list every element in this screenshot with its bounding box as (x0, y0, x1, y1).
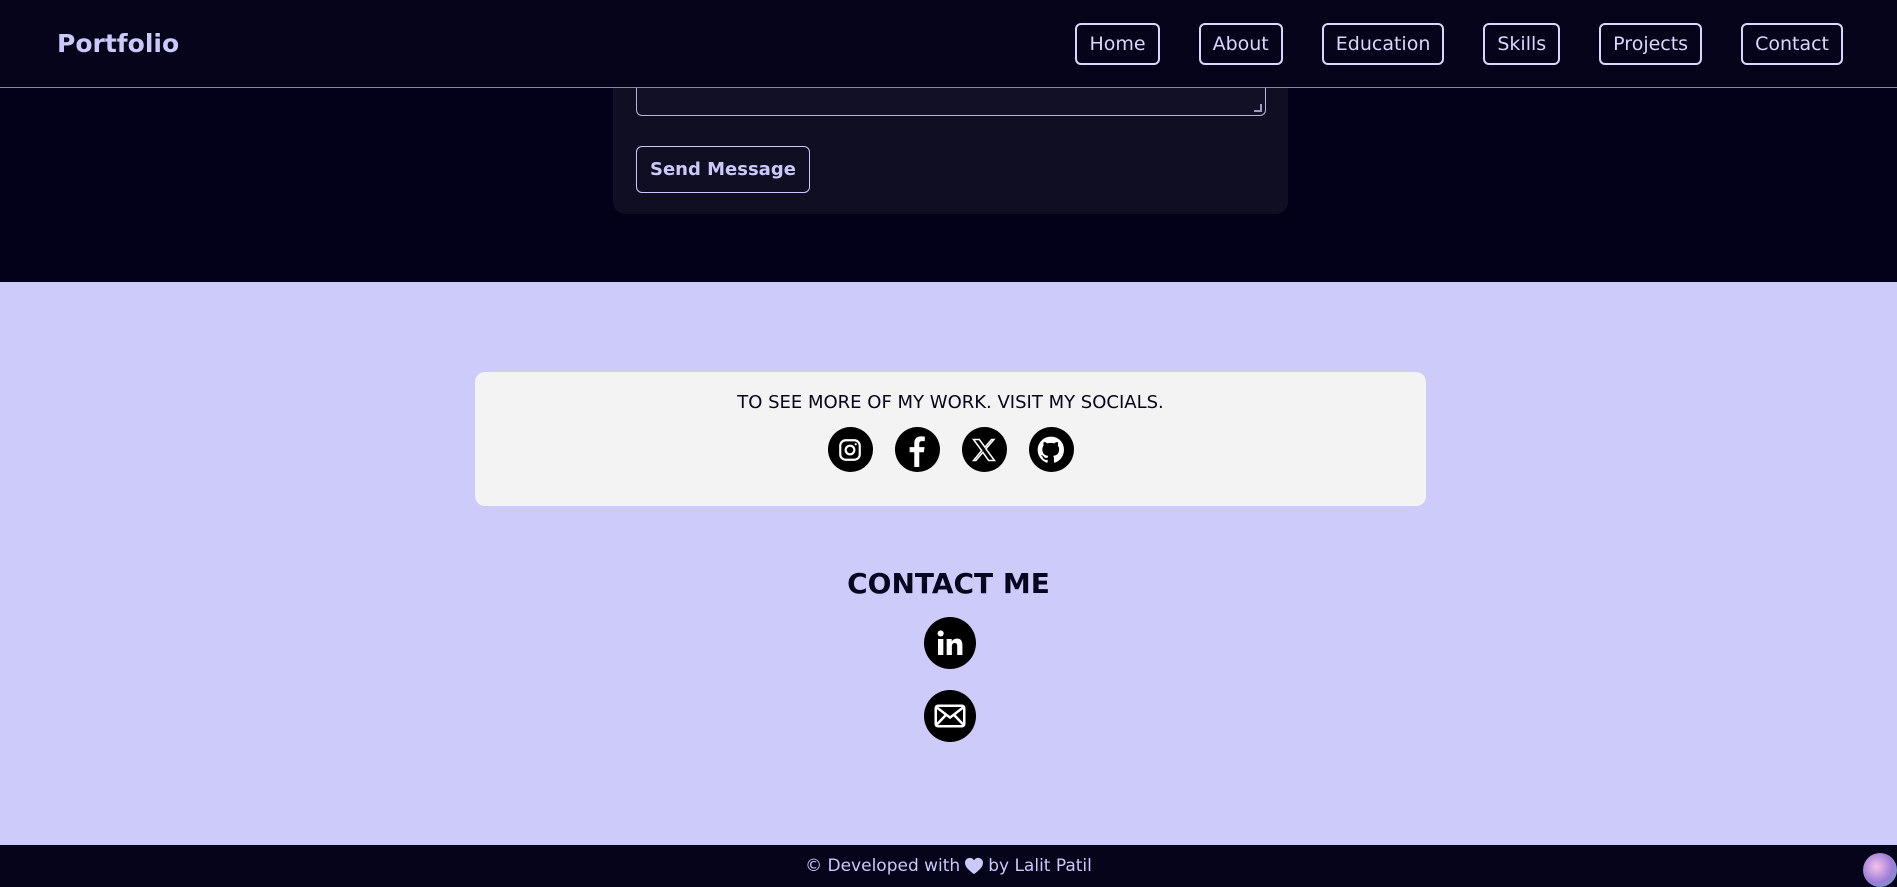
facebook-icon[interactable] (894, 427, 940, 472)
contact-form-card: Send Message (613, 78, 1288, 214)
brand-logo[interactable]: Portfolio (57, 29, 179, 58)
social-icons (475, 427, 1426, 472)
x-icon[interactable] (961, 427, 1007, 472)
contact-me-heading: CONTACT ME (847, 567, 1050, 600)
nav-link-about[interactable]: About (1198, 22, 1283, 65)
footer-suffix: by Lalit Patil (988, 856, 1092, 876)
nav-links: Home About Education Skills Projects Con… (1075, 22, 1843, 65)
nav-link-projects[interactable]: Projects (1599, 22, 1703, 65)
footer-prefix: © Developed with (805, 856, 961, 876)
footer-section: TO SEE MORE OF MY WORK. VISIT MY SOCIALS… (0, 282, 1897, 845)
github-icon[interactable] (1028, 427, 1074, 472)
instagram-icon[interactable] (827, 427, 873, 472)
nav-link-contact[interactable]: Contact (1741, 22, 1843, 65)
socials-card: TO SEE MORE OF MY WORK. VISIT MY SOCIALS… (475, 372, 1426, 506)
send-message-button[interactable]: Send Message (636, 146, 810, 193)
linkedin-icon[interactable] (924, 617, 976, 669)
heart-icon (964, 857, 984, 875)
avatar[interactable] (1863, 853, 1897, 887)
mail-icon[interactable] (924, 690, 976, 742)
nav-link-education[interactable]: Education (1321, 22, 1445, 65)
nav-link-skills[interactable]: Skills (1483, 22, 1561, 65)
resize-handle[interactable] (1254, 104, 1262, 112)
contact-form-section: Send Message (0, 78, 1897, 282)
bottom-bar: © Developed with by Lalit Patil (0, 845, 1897, 887)
nav-link-home[interactable]: Home (1075, 22, 1160, 65)
socials-text: TO SEE MORE OF MY WORK. VISIT MY SOCIALS… (737, 392, 1164, 413)
navbar: Portfolio Home About Education Skills Pr… (0, 0, 1897, 88)
